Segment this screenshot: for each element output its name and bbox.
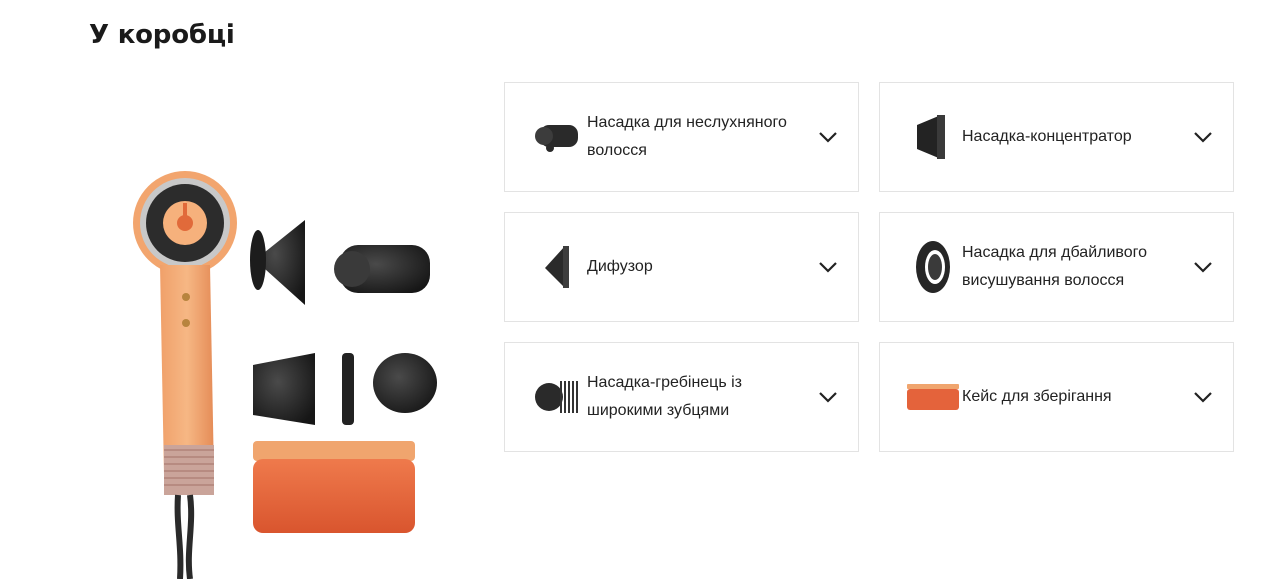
item-label: Насадка-концентратор bbox=[962, 128, 1132, 145]
item-gentle-dryer[interactable]: Насадка для дбайливого висушування волос… bbox=[879, 212, 1234, 322]
concentrator-attachment-icon bbox=[904, 108, 962, 166]
diffuser-attachment-icon bbox=[529, 238, 587, 296]
item-label: Кейс для зберігання bbox=[962, 388, 1112, 405]
chevron-down-icon[interactable] bbox=[816, 255, 840, 279]
hair-dryer-set-image bbox=[120, 165, 450, 580]
item-storage-case[interactable]: Кейс для зберігання bbox=[879, 342, 1234, 452]
chevron-down-icon[interactable] bbox=[1191, 255, 1215, 279]
item-concentrator[interactable]: Насадка-концентратор bbox=[879, 82, 1234, 192]
gentle-dryer-attachment-icon bbox=[904, 238, 962, 296]
wide-tooth-comb-icon bbox=[529, 368, 587, 426]
section-title: У коробці bbox=[89, 20, 235, 50]
in-box-items-grid: Насадка для неслухняного волосся Насадка… bbox=[504, 82, 1234, 452]
storage-case-icon bbox=[904, 368, 962, 426]
chevron-down-icon[interactable] bbox=[1191, 125, 1215, 149]
item-label: Насадка для дбайливого висушування волос… bbox=[962, 244, 1148, 289]
item-wide-tooth-comb[interactable]: Насадка-гребінець із широкими зубцями bbox=[504, 342, 859, 452]
chevron-down-icon[interactable] bbox=[816, 385, 840, 409]
item-label: Дифузор bbox=[587, 258, 653, 275]
chevron-down-icon[interactable] bbox=[1191, 385, 1215, 409]
item-label: Насадка для неслухняного волосся bbox=[587, 114, 787, 159]
item-anti-frizz[interactable]: Насадка для неслухняного волосся bbox=[504, 82, 859, 192]
item-diffuser[interactable]: Дифузор bbox=[504, 212, 859, 322]
anti-frizz-attachment-icon bbox=[529, 108, 587, 166]
item-label: Насадка-гребінець із широкими зубцями bbox=[587, 374, 743, 419]
chevron-down-icon[interactable] bbox=[816, 125, 840, 149]
